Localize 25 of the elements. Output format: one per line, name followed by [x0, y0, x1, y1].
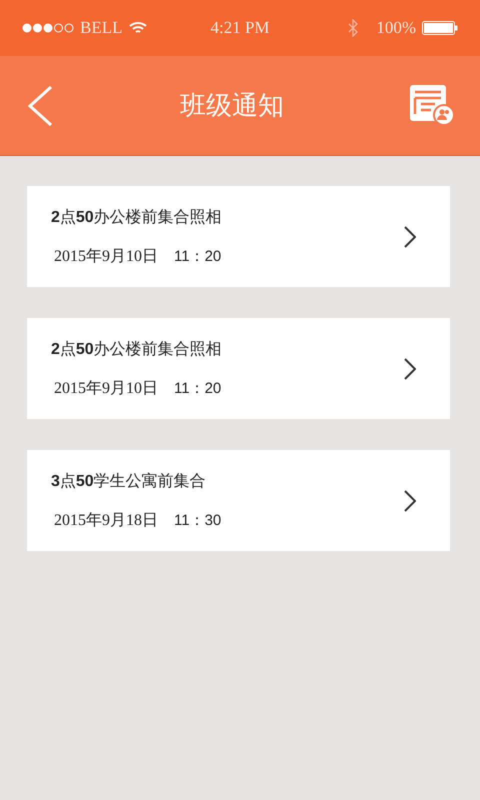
- notice-card[interactable]: 2点50办公楼前集合照相 2015年9月10日 11：20: [27, 318, 450, 419]
- notice-card[interactable]: 2点50办公楼前集合照相 2015年9月10日 11：20: [27, 186, 450, 287]
- contacts-list-icon[interactable]: [410, 84, 456, 126]
- notice-time: 11：20: [174, 378, 222, 398]
- chevron-right-icon: [404, 226, 416, 248]
- notice-date: 2015年9月10日: [54, 378, 158, 398]
- status-time: 4:21 PM: [210, 18, 270, 38]
- notice-date: 2015年9月18日: [54, 510, 158, 530]
- wifi-icon: [128, 21, 146, 35]
- notice-time: 11：20: [174, 246, 222, 266]
- notice-title: 2点50办公楼前集合照相: [51, 206, 222, 228]
- back-button[interactable]: [26, 84, 54, 126]
- chevron-right-icon: [404, 490, 416, 512]
- notice-date: 2015年9月10日: [54, 246, 158, 266]
- carrier-name: BELL: [80, 18, 122, 38]
- notice-card[interactable]: 3点50学生公寓前集合 2015年9月18日 11：30: [27, 450, 450, 551]
- bluetooth-icon: [348, 19, 358, 37]
- notice-title: 3点50学生公寓前集合: [51, 470, 207, 492]
- page-title: 班级通知: [180, 90, 284, 123]
- chevron-right-icon: [404, 358, 416, 380]
- battery-percent: 100%: [376, 18, 416, 38]
- notice-title: 2点50办公楼前集合照相: [51, 338, 222, 360]
- battery-icon: [422, 21, 458, 35]
- notice-time: 11：30: [174, 510, 222, 530]
- signal-icon: [22, 23, 74, 33]
